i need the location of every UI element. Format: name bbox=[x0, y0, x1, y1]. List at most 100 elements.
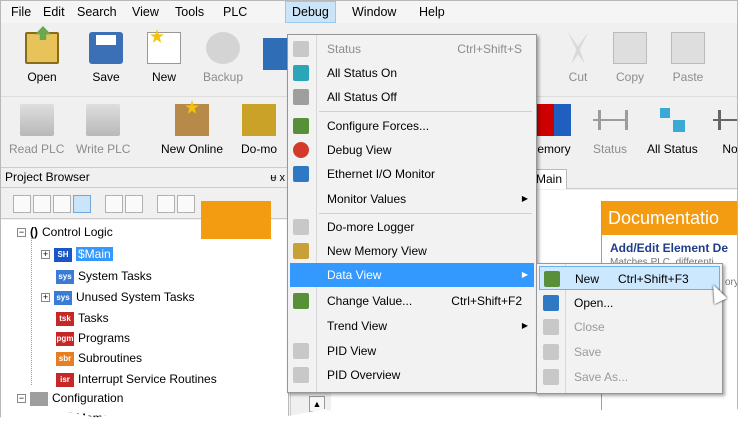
submenu-item-save[interactable]: Save bbox=[539, 340, 720, 364]
all-status-button[interactable]: All Status bbox=[647, 104, 698, 156]
write-plc-icon bbox=[86, 104, 121, 136]
pin-close-icon[interactable]: ᵾ x bbox=[270, 169, 285, 188]
menu-item-data-view[interactable]: Data View ▶ bbox=[290, 263, 534, 287]
menu-item-change-value[interactable]: Change Value... Ctrl+Shift+F2 bbox=[290, 289, 534, 313]
image-icon[interactable] bbox=[177, 195, 195, 213]
tree-connector bbox=[31, 235, 32, 385]
menu-file[interactable]: File bbox=[5, 1, 37, 23]
pid-overview-icon bbox=[293, 367, 309, 383]
grid-icon[interactable] bbox=[157, 195, 175, 213]
menu-item-new-memory-view[interactable]: New Memory View bbox=[290, 239, 534, 263]
memory-label: emory bbox=[537, 142, 571, 156]
tree-node-unused-system-tasks[interactable]: + sys Unused System Tasks bbox=[41, 287, 195, 307]
tree-node-label: $Main bbox=[76, 247, 113, 261]
scroll-up-arrow-icon[interactable]: ▲ bbox=[309, 396, 325, 412]
status-button[interactable]: Status bbox=[593, 104, 629, 156]
cut-button[interactable]: Cut bbox=[561, 32, 595, 84]
save-data-view-icon bbox=[543, 344, 559, 360]
menu-item-label: Debug View bbox=[327, 143, 392, 157]
tree-node-label: Interrupt Service Routines bbox=[78, 372, 217, 386]
submenu-arrow-icon: ▶ bbox=[521, 194, 528, 203]
status-label: Status bbox=[593, 142, 628, 156]
menu-item-label: Data View bbox=[327, 268, 382, 282]
filter-icon[interactable] bbox=[13, 195, 31, 213]
backup-button[interactable]: Backup bbox=[203, 32, 243, 84]
menu-debug[interactable]: Debug bbox=[285, 1, 336, 23]
menu-tools[interactable]: Tools bbox=[169, 1, 210, 23]
memory-view-icon bbox=[293, 243, 309, 259]
tree-node-control-logic[interactable]: −() Control Logic bbox=[17, 222, 113, 242]
view-details-icon[interactable] bbox=[53, 195, 71, 213]
expand-icon[interactable]: + bbox=[41, 414, 50, 422]
read-plc-icon bbox=[19, 104, 54, 136]
memory-button[interactable]: emory bbox=[537, 104, 571, 156]
menu-edit[interactable]: Edit bbox=[37, 1, 71, 23]
menu-help[interactable]: Help bbox=[413, 1, 451, 23]
tree-node-label: Subroutines bbox=[78, 351, 143, 365]
tree-node-system-tasks[interactable]: sys System Tasks bbox=[56, 266, 152, 286]
menu-view[interactable]: View bbox=[126, 1, 165, 23]
submenu-item-open[interactable]: Open... bbox=[539, 291, 720, 315]
menu-separator bbox=[319, 111, 532, 112]
paste-button[interactable]: Paste bbox=[671, 32, 705, 84]
view-tree-icon[interactable] bbox=[73, 195, 91, 213]
tree-node-programs[interactable]: pgm Programs bbox=[56, 328, 130, 348]
do-more-button[interactable]: Do-mo bbox=[241, 104, 277, 156]
tree-node-label: System Tasks bbox=[78, 269, 152, 283]
menu-item-pid-overview[interactable]: PID Overview bbox=[290, 363, 534, 387]
add-edit-element-link[interactable]: Add/Edit Element De bbox=[610, 241, 728, 255]
logger-icon bbox=[293, 219, 309, 235]
menu-item-monitor-values[interactable]: Monitor Values ▶ bbox=[290, 187, 534, 211]
submenu-item-close[interactable]: Close bbox=[539, 315, 720, 339]
menu-item-all-status-on[interactable]: All Status On bbox=[290, 61, 534, 85]
tree-node-isr[interactable]: isr Interrupt Service Routines bbox=[56, 369, 217, 389]
copy-button[interactable]: Copy bbox=[613, 32, 647, 84]
tree-node-memory[interactable]: + Memory bbox=[41, 408, 119, 422]
expand-icon[interactable]: + bbox=[41, 293, 50, 303]
all-status-label: All Status bbox=[647, 142, 698, 156]
menu-item-pid-view[interactable]: PID View bbox=[290, 339, 534, 363]
no-status-button[interactable]: No bbox=[713, 104, 737, 156]
sort-za-icon[interactable] bbox=[125, 195, 143, 213]
view-list-icon[interactable] bbox=[33, 195, 51, 213]
collapse-icon[interactable]: − bbox=[17, 228, 26, 238]
menu-item-label: Monitor Values bbox=[327, 192, 407, 206]
new-online-button[interactable]: New Online bbox=[161, 104, 223, 156]
menu-plc[interactable]: PLC bbox=[217, 1, 253, 23]
submenu-item-save-as[interactable]: Save As... bbox=[539, 365, 720, 389]
tree-node-main[interactable]: + SH $Main bbox=[41, 244, 113, 264]
read-plc-button[interactable]: Read PLC bbox=[9, 104, 64, 156]
menu-window[interactable]: Window bbox=[346, 1, 402, 23]
tree-node-configuration[interactable]: − Configuration bbox=[17, 388, 123, 408]
sort-az-icon[interactable] bbox=[105, 195, 123, 213]
collapse-icon[interactable]: − bbox=[17, 394, 26, 404]
project-browser-title: Project Browser bbox=[5, 170, 90, 184]
open-button[interactable]: Open bbox=[25, 32, 59, 84]
write-plc-button[interactable]: Write PLC bbox=[76, 104, 130, 156]
menu-item-ethernet-io-monitor[interactable]: Ethernet I/O Monitor bbox=[290, 162, 534, 186]
menu-item-all-status-off[interactable]: All Status Off bbox=[290, 85, 534, 109]
submenu-item-new[interactable]: New Ctrl+Shift+F3 bbox=[539, 266, 720, 290]
tree-node-subroutines[interactable]: sbr Subroutines bbox=[56, 348, 142, 368]
configuration-icon bbox=[30, 391, 48, 406]
paste-label: Paste bbox=[672, 70, 704, 84]
menu-item-configure-forces[interactable]: Configure Forces... bbox=[290, 114, 534, 138]
menu-item-trend-view[interactable]: Trend View ▶ bbox=[290, 314, 534, 338]
program-icon: pgm bbox=[56, 331, 74, 346]
tree-node-tasks[interactable]: tsk Tasks bbox=[56, 308, 109, 328]
menu-search[interactable]: Search bbox=[71, 1, 123, 23]
change-value-icon bbox=[293, 293, 309, 309]
save-button[interactable]: Save bbox=[89, 32, 123, 84]
expand-icon[interactable]: + bbox=[41, 250, 50, 260]
menu-item-debug-view[interactable]: Debug View bbox=[290, 138, 534, 162]
new-project-button[interactable]: New bbox=[147, 32, 181, 84]
menu-item-do-more-logger[interactable]: Do-more Logger bbox=[290, 215, 534, 239]
submenu-arrow-icon: ▶ bbox=[521, 321, 528, 330]
do-more-label: Do-mo bbox=[241, 142, 278, 156]
cut-label: Cut bbox=[568, 70, 588, 84]
save-label: Save bbox=[92, 70, 120, 84]
tree-node-label: Programs bbox=[78, 331, 131, 345]
menu-item-label: Ethernet I/O Monitor bbox=[327, 167, 436, 181]
menu-bar: File Edit Search View Tools PLC Debug Wi… bbox=[1, 1, 737, 23]
menu-item-status[interactable]: Status Ctrl+Shift+S bbox=[290, 37, 534, 61]
